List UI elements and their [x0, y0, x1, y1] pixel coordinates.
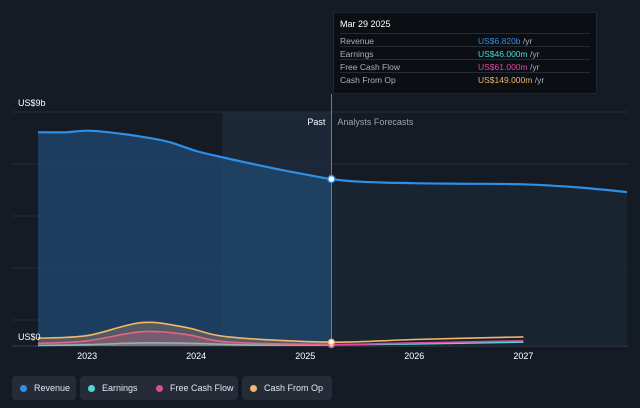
tooltip-unit: /yr [522, 36, 533, 46]
legend-label: Cash From Op [264, 383, 324, 393]
hover-marker-cash-from-op [327, 338, 335, 346]
tooltip-unit: /yr [530, 62, 540, 72]
legend-dot-icon [20, 384, 27, 392]
tooltip-unit: /yr [534, 75, 545, 85]
legend-dot-icon [156, 384, 163, 392]
tooltip-label: Revenue [340, 36, 375, 46]
tooltip-value: US$6.820b [478, 36, 521, 46]
x-tick-label: 2024 [186, 351, 206, 361]
x-tick-label: 2026 [404, 351, 424, 361]
legend-item-revenue[interactable]: Revenue [12, 376, 76, 400]
legend-item-earnings[interactable]: Earnings [80, 376, 154, 400]
past-label: Past [307, 117, 326, 127]
tooltip-label: Free Cash Flow [340, 62, 400, 72]
tooltip-row-free-cash-flow: Free Cash Flow US$61.000m /yr [340, 59, 590, 73]
y-axis-top-label: US$9b [18, 98, 46, 108]
tooltip-value: US$61.000m [478, 62, 528, 72]
tooltip-row-earnings: Earnings US$46.000m /yr [340, 46, 590, 60]
legend-label: Free Cash Flow [170, 383, 234, 393]
tooltip-row-revenue: Revenue US$6.820b /yr [340, 33, 590, 47]
legend-label: Revenue [34, 383, 71, 393]
tooltip-row-cash-from-op: Cash From Op US$149.000m /yr [340, 72, 590, 86]
legend-dot-icon [250, 384, 257, 392]
legend-item-free-cash-flow[interactable]: Free Cash Flow [148, 376, 238, 400]
x-tick-label: 2027 [513, 351, 533, 361]
tooltip-unit: /yr [530, 49, 540, 59]
forecast-label: Analysts Forecasts [337, 117, 414, 127]
hover-marker-revenue [327, 174, 336, 184]
legend-item-cash-from-op[interactable]: Cash From Op [242, 376, 332, 400]
tooltip-date: Mar 29 2025 [340, 19, 391, 29]
tooltip-value: US$149.000m [478, 75, 533, 85]
legend-label: Earnings [102, 383, 138, 393]
legend-dot-icon [88, 384, 95, 392]
tooltip-label: Cash From Op [340, 75, 396, 85]
tooltip-label: Earnings [340, 49, 374, 59]
y-axis-bottom-label: US$0 [18, 332, 41, 342]
x-tick-label: 2025 [295, 351, 315, 361]
tooltip-value: US$46.000m [478, 49, 528, 59]
tooltip: Mar 29 2025 Revenue US$6.820b /yr Earnin… [333, 12, 597, 94]
x-tick-label: 2023 [77, 351, 97, 361]
series-area-revenue-forecast [331, 179, 627, 346]
